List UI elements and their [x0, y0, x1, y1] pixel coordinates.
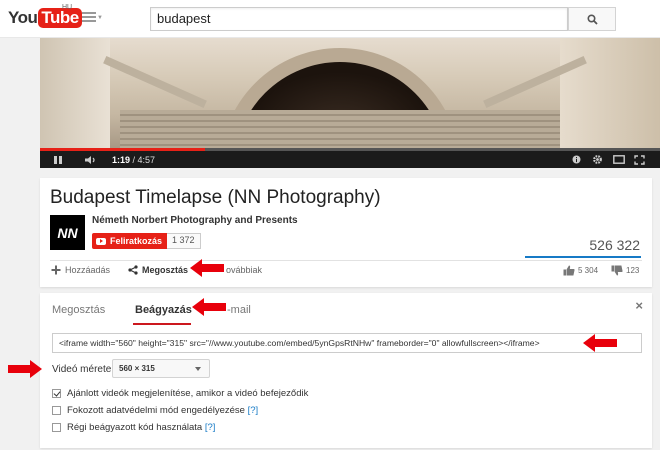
help-link[interactable]: [?] — [205, 422, 216, 433]
current-time: 1:19 — [112, 154, 131, 165]
share-icon — [128, 265, 138, 275]
video-info-card: Budapest Timelapse (NN Photography) NN N… — [40, 178, 652, 287]
channel-name[interactable]: Németh Norbert Photography and Presents — [92, 215, 298, 226]
chevron-down-icon — [195, 367, 201, 371]
video-size-select[interactable]: 560 × 315 — [112, 359, 210, 378]
player-controls: 1:19 / 4:57 — [40, 151, 660, 168]
share-panel: Megosztás Beágyazás -mail × <iframe widt… — [40, 293, 652, 448]
annotation-arrow-share — [190, 259, 224, 277]
thumbs-down-icon — [611, 265, 623, 276]
share-button[interactable]: Megosztás — [128, 265, 188, 275]
more-label: ovábbiak — [226, 265, 263, 275]
annotation-arrow-embed-tab — [192, 298, 226, 316]
option-label: Ajánlott videók megjelenítése, amikor a … — [67, 388, 309, 399]
embed-code-field[interactable]: <iframe width="560" height="315" src="//… — [52, 333, 642, 353]
search-input[interactable]: budapest — [150, 7, 568, 31]
like-button[interactable]: 5 304 — [563, 265, 598, 276]
youtube-play-icon — [96, 237, 106, 245]
annotation-arrow-embed-code — [583, 334, 617, 352]
tab-email[interactable]: -mail — [227, 304, 251, 316]
search-button[interactable] — [568, 7, 616, 31]
video-size-label: Videó mérete: — [52, 364, 115, 375]
view-count: 526 322 — [589, 237, 640, 253]
logo-you: You — [8, 8, 38, 27]
subscriber-count: 1 372 — [167, 233, 201, 249]
like-count: 5 304 — [578, 266, 599, 275]
info-icon — [572, 155, 581, 164]
time-display: 1:19 / 4:57 — [112, 151, 155, 168]
divider — [50, 260, 642, 261]
video-size-value: 560 × 315 — [119, 364, 155, 373]
like-ratio-bar — [525, 256, 641, 258]
thumbs-up-icon — [563, 265, 575, 276]
gear-icon — [593, 155, 602, 164]
checkbox-suggested-videos[interactable] — [52, 389, 61, 398]
annotation-arrow-video-size — [8, 360, 42, 378]
fullscreen-icon — [634, 154, 645, 165]
option-label: Fokozott adatvédelmi mód engedélyezése — [67, 405, 248, 416]
help-link[interactable]: [?] — [248, 405, 259, 416]
checkbox-privacy-mode[interactable] — [52, 406, 61, 415]
fullscreen-button[interactable] — [634, 151, 645, 168]
dislike-count: 123 — [626, 266, 640, 275]
logo-tube: Tube — [38, 8, 82, 28]
volume-icon — [85, 155, 95, 164]
option-old-embed[interactable]: Régi beágyazott kód használata [?] — [52, 422, 215, 433]
video-player[interactable]: 1:19 / 4:57 — [40, 38, 660, 168]
theater-icon — [613, 155, 625, 164]
plus-icon — [51, 265, 61, 275]
youtube-logo[interactable]: You Tube HU — [8, 4, 82, 29]
subscribe-button[interactable]: Feliratkozás — [92, 233, 168, 249]
guide-menu-icon[interactable]: ▼ — [82, 12, 103, 24]
volume-button[interactable] — [84, 151, 97, 168]
pause-button[interactable] — [53, 151, 63, 168]
share-label: Megosztás — [142, 265, 189, 275]
checkbox-old-embed[interactable] — [52, 423, 61, 432]
channel-avatar[interactable]: NN — [50, 215, 85, 250]
add-to-button[interactable]: Hozzáadás — [51, 265, 110, 275]
subscribe-label: Feliratkozás — [110, 236, 163, 246]
add-label: Hozzáadás — [65, 265, 111, 275]
info-button[interactable] — [572, 151, 581, 168]
video-title: Budapest Timelapse (NN Photography) — [50, 187, 381, 208]
video-frame[interactable] — [40, 38, 660, 168]
close-button[interactable]: × — [635, 298, 643, 313]
more-button[interactable]: ovábbiak — [226, 265, 262, 275]
active-tab-indicator — [133, 323, 191, 325]
dislike-button[interactable]: 123 — [611, 265, 639, 276]
option-privacy-mode[interactable]: Fokozott adatvédelmi mód engedélyezése [… — [52, 405, 258, 416]
search-icon — [586, 13, 598, 25]
masthead: You Tube HU ▼ budapest — [0, 0, 660, 38]
settings-button[interactable] — [592, 151, 603, 168]
option-label: Régi beágyazott kód használata — [67, 422, 205, 433]
pause-icon — [54, 155, 62, 164]
tab-share[interactable]: Megosztás — [52, 304, 105, 316]
chevron-down-icon: ▼ — [97, 15, 103, 21]
logo-region: HU — [62, 4, 73, 11]
theater-mode-button[interactable] — [613, 151, 625, 168]
duration: / 4:57 — [132, 154, 156, 165]
option-suggested-videos[interactable]: Ajánlott videók megjelenítése, amikor a … — [52, 388, 308, 399]
tab-embed[interactable]: Beágyazás — [135, 304, 192, 316]
